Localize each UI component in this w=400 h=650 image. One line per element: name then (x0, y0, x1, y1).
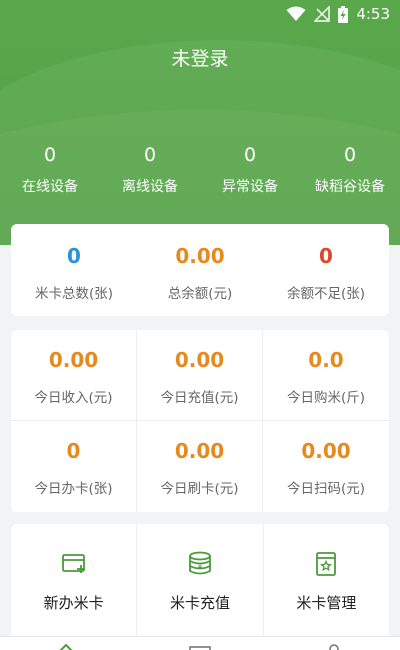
status-bar: 4:53 (0, 0, 400, 28)
home-tab-icon[interactable] (54, 643, 78, 650)
today-stat-value: 0.00 (174, 348, 225, 372)
device-stats: 0 在线设备 0 离线设备 0 异常设备 0 缺稻谷设备 (0, 144, 400, 196)
today-stat-value: 0.00 (301, 439, 351, 463)
status-time: 4:53 (356, 5, 390, 23)
summary-low-balance[interactable]: 0 余额不足(张) (263, 224, 389, 316)
today-stat-value: 0.00 (174, 439, 225, 463)
today-stat-label: 今日办卡(张) (34, 481, 113, 497)
action-label: 新办米卡 (43, 594, 104, 612)
today-income[interactable]: 0.00 今日收入(元) (11, 330, 137, 421)
today-stats-grid: 0.00 今日收入(元) 0.00 今日充值(元) 0.0 今日购米(斤) 0 … (11, 330, 389, 512)
today-card-swipe[interactable]: 0.00 今日刷卡(元) (137, 421, 263, 512)
summary-label: 余额不足(张) (286, 286, 366, 302)
card-recharge-button[interactable]: ¥ 米卡充值 (137, 524, 264, 640)
today-qr-scan[interactable]: 0.00 今日扫码(元) (263, 421, 389, 512)
battery-charging-icon (338, 5, 349, 23)
device-stat-label: 缺稻谷设备 (315, 179, 385, 195)
user-tab-icon[interactable] (322, 643, 346, 650)
device-stat-value: 0 (243, 144, 257, 166)
svg-text:¥: ¥ (198, 563, 203, 571)
header-banner: 4:53 未登录 0 在线设备 0 离线设备 0 异常设备 0 缺稻谷设备 (0, 0, 400, 245)
device-stat-abnormal[interactable]: 0 异常设备 (200, 144, 300, 196)
today-stat-label: 今日充值(元) (160, 390, 239, 406)
today-stat-value: 0.0 (308, 348, 344, 372)
today-stat-value: 0.00 (48, 348, 99, 372)
device-stat-label: 离线设备 (122, 179, 178, 195)
card-manage-button[interactable]: 米卡管理 (264, 524, 389, 640)
device-stat-value: 0 (343, 144, 357, 166)
today-stat-value: 0 (66, 439, 81, 463)
today-recharge[interactable]: 0.00 今日充值(元) (137, 330, 263, 421)
device-stat-low-grain[interactable]: 0 缺稻谷设备 (300, 144, 400, 196)
bottom-tab-bar (0, 636, 400, 650)
device-stat-offline[interactable]: 0 离线设备 (100, 144, 200, 196)
summary-total-cards[interactable]: 0 米卡总数(张) (11, 224, 137, 316)
summary-value: 0.00 (175, 244, 225, 268)
device-stat-label: 异常设备 (222, 179, 278, 195)
device-stat-value: 0 (143, 144, 157, 166)
today-stat-label: 今日刷卡(元) (160, 481, 239, 497)
today-stat-label: 今日收入(元) (34, 390, 113, 406)
device-stat-label: 在线设备 (22, 179, 78, 195)
records-tab-icon[interactable] (188, 643, 212, 650)
summary-value: 0 (319, 244, 333, 268)
today-stat-label: 今日购米(斤) (286, 390, 366, 406)
summary-total-balance[interactable]: 0.00 总余额(元) (137, 224, 263, 316)
action-label: 米卡充值 (169, 594, 230, 612)
action-label: 米卡管理 (296, 594, 357, 612)
page-title[interactable]: 未登录 (0, 44, 400, 71)
quick-actions: 新办米卡 ¥ 米卡充值 米卡管理 (11, 524, 389, 640)
today-rice-purchase[interactable]: 0.0 今日购米(斤) (263, 330, 389, 421)
today-stat-label: 今日扫码(元) (286, 481, 366, 497)
no-signal-icon (314, 6, 331, 22)
summary-label: 总余额(元) (167, 286, 233, 302)
today-new-cards[interactable]: 0 今日办卡(张) (11, 421, 137, 512)
new-card-button[interactable]: 新办米卡 (11, 524, 138, 640)
coin-recharge-icon: ¥ (189, 551, 211, 575)
summary-label: 米卡总数(张) (34, 286, 114, 302)
new-card-icon (61, 554, 85, 573)
device-stat-value: 0 (43, 144, 57, 166)
summary-value: 0 (67, 244, 81, 268)
card-manage-icon (316, 552, 337, 576)
card-summary: 0 米卡总数(张) 0.00 总余额(元) 0 余额不足(张) (11, 224, 389, 316)
device-stat-online[interactable]: 0 在线设备 (0, 144, 100, 196)
wifi-icon (286, 6, 306, 21)
